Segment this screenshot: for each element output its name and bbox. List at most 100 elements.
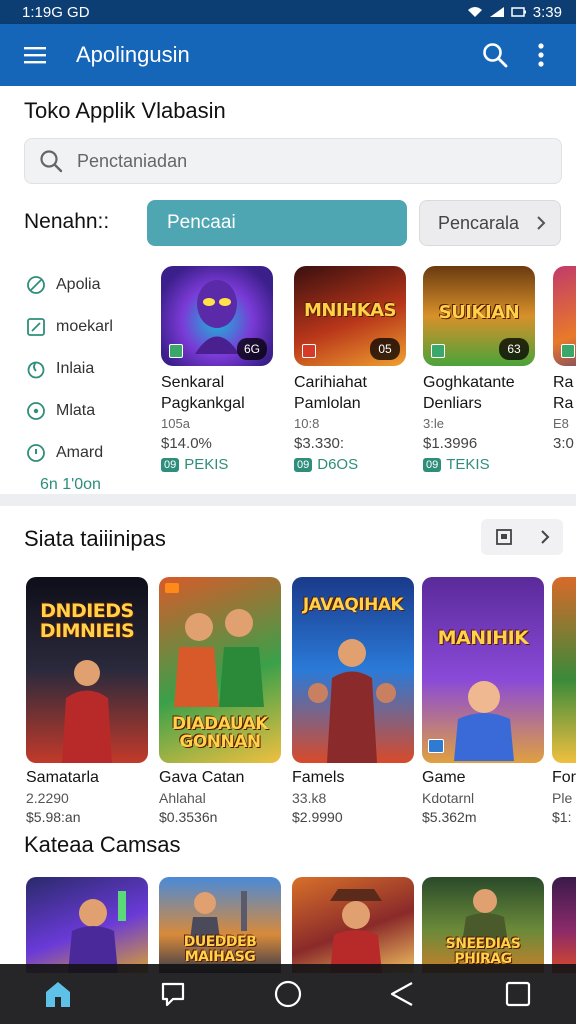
game-art-title: DUEDDEB MAIHASG	[183, 934, 257, 965]
featured-app-card[interactable]: SUIKIAN 63 Goghkatante Denliars 3:le $1.3…	[423, 266, 535, 473]
app-name: Senkaral Pagkankgal	[161, 374, 245, 412]
status-clock: 3:39	[532, 3, 562, 21]
search-icon[interactable]	[480, 40, 510, 70]
leaf-icon	[27, 276, 45, 294]
game-cover[interactable]: DUEDDEB MAIHASG	[159, 877, 281, 973]
game-cover: DIADAUAK GONNAN	[159, 577, 281, 763]
app-name: Carihiahat Pamlolan	[294, 374, 367, 412]
chat-icon[interactable]	[153, 974, 193, 1014]
side-category-item[interactable]: Amard	[26, 432, 146, 474]
game-cover	[552, 577, 576, 763]
side-category-label: Amard	[56, 444, 104, 461]
chevron-right-icon[interactable]	[540, 529, 550, 545]
rating-badge: 6G	[237, 338, 267, 360]
square-icon[interactable]	[498, 974, 538, 1014]
pin-icon	[27, 444, 45, 462]
rating-badge: 63	[499, 338, 529, 360]
game-name: Samatarla	[26, 769, 99, 786]
section-title: Siata taiiinipas	[24, 526, 166, 551]
circle-icon[interactable]	[268, 974, 308, 1014]
app-name: Goghkatante Denliars	[423, 374, 515, 412]
badge-icon	[428, 739, 444, 753]
app-meta: 3:le	[423, 416, 444, 431]
battery-icon	[511, 7, 526, 17]
game-cover[interactable]: SNEEDIAS PHIRAG	[422, 877, 544, 973]
filter-chip-primary[interactable]: Pencaai	[147, 200, 407, 246]
badge-icon	[165, 583, 179, 593]
games-grid: DNDIEDS DIMNIEIS Samatarla 2.2290 $5.98:…	[26, 577, 576, 837]
edit-icon	[27, 318, 45, 336]
filter-chip-secondary[interactable]: Pencarala	[419, 200, 561, 246]
side-category-item[interactable]: Apolia	[26, 264, 146, 306]
app-title: Apolingusin	[76, 42, 190, 67]
game-card[interactable]: DNDIEDS DIMNIEIS Samatarla 2.2290 $5.98:…	[26, 577, 148, 825]
featured-app-card[interactable]: Ra Ra E8 3:0	[553, 266, 576, 452]
game-art-title: DIADAUAK GONNAN	[172, 714, 268, 752]
game-art-title: MANIHIK	[437, 627, 529, 649]
app-tag: 09 D6OS	[294, 456, 406, 473]
app-bar: Apolingusin	[0, 24, 576, 86]
bookmark-icon[interactable]	[495, 528, 513, 546]
section-title: Kateaa Camsas	[24, 832, 181, 857]
chevron-right-icon	[537, 216, 546, 230]
game-price: $5.362m	[422, 809, 477, 825]
game-cover[interactable]	[26, 877, 148, 973]
game-price: $1:	[552, 809, 572, 825]
game-meta: Kdotarnl	[422, 790, 475, 806]
game-price: $2.9990	[292, 809, 343, 825]
game-cover[interactable]	[292, 877, 414, 973]
game-card[interactable]: MANIHIK Game Kdotarnl $5.362m	[422, 577, 544, 825]
side-category-label: Apolia	[56, 276, 101, 293]
side-category-item[interactable]: Mlata	[26, 390, 146, 432]
games-section-card: Siata taiiinipas DNDIEDS DIMNIEIS Samata…	[0, 506, 576, 1024]
app-price: $14.0%	[161, 435, 212, 452]
side-category-more[interactable]: 6n 1'0on	[40, 476, 146, 494]
side-category-label: Mlata	[56, 402, 96, 419]
app-art-title: SUIKIAN	[438, 302, 520, 323]
featured-app-card[interactable]: MNIHKAS 05 Carihiahat Pamlolan 10:8 $3.33…	[294, 266, 406, 473]
game-card[interactable]: DIADAUAK GONNAN Gava Catan Ahlahal $0.35…	[159, 577, 281, 825]
game-cover: JAVAQIHAK	[292, 577, 414, 763]
rating-badge: 05	[370, 338, 400, 360]
app-thumbnail: SUIKIAN 63	[423, 266, 535, 366]
home-icon[interactable]	[38, 974, 78, 1014]
compass-icon	[27, 402, 45, 420]
side-category-list: Apolia moekarl Inlaia Mlata Amard 6n 1'0…	[26, 264, 146, 494]
game-card[interactable]: For Ple $1:	[552, 577, 576, 825]
back-icon[interactable]	[383, 974, 423, 1014]
menu-icon[interactable]	[20, 40, 50, 70]
game-cover[interactable]	[552, 877, 576, 973]
search-input[interactable]	[77, 150, 517, 172]
game-art-title: SNEEDIAS PHIRAG	[445, 936, 521, 967]
game-meta: 2.2290	[26, 790, 69, 806]
side-category-item[interactable]: moekarl	[26, 306, 146, 348]
app-thumbnail: MNIHKAS 05	[294, 266, 406, 366]
filter-chip-secondary-label: Pencarala	[438, 212, 520, 233]
app-meta: 105a	[161, 416, 190, 431]
search-bar[interactable]	[24, 138, 562, 184]
featured-app-card[interactable]: 6G Senkaral Pagkankgal 105a $14.0% 09 PEKI…	[161, 266, 273, 473]
game-price: $5.98:an	[26, 809, 81, 825]
search-field-icon	[40, 150, 63, 173]
game-card[interactable]: JAVAQIHAK Famels 33.k8 $2.9990	[292, 577, 414, 825]
platform-badge	[169, 344, 183, 358]
app-price: 3:0	[553, 435, 574, 452]
game-art-title: DNDIEDS DIMNIEIS	[39, 600, 135, 642]
game-price: $0.3536n	[159, 809, 218, 825]
status-bar: 1:19G GD 3:39	[0, 0, 576, 24]
app-name: Ra Ra	[553, 374, 574, 412]
status-time: 1:19G GD	[22, 3, 90, 21]
more-vert-icon[interactable]	[526, 40, 556, 70]
page-title: Toko Applik Vlabasin	[24, 98, 226, 123]
platform-badge	[561, 344, 575, 358]
app-price: $1.3996	[423, 435, 478, 452]
category-games-row: DUEDDEB MAIHASG SNEEDIAS PHIRAG	[26, 877, 576, 973]
game-name: Game	[422, 769, 466, 786]
app-thumbnail: 6G	[161, 266, 273, 366]
bottom-navigation	[0, 964, 576, 1024]
drop-icon	[27, 361, 45, 379]
filter-label: Nenahn::	[24, 210, 110, 233]
side-category-item[interactable]: Inlaia	[26, 348, 146, 390]
app-art-title: MNIHKAS	[303, 300, 397, 321]
side-category-label: Inlaia	[56, 360, 95, 377]
